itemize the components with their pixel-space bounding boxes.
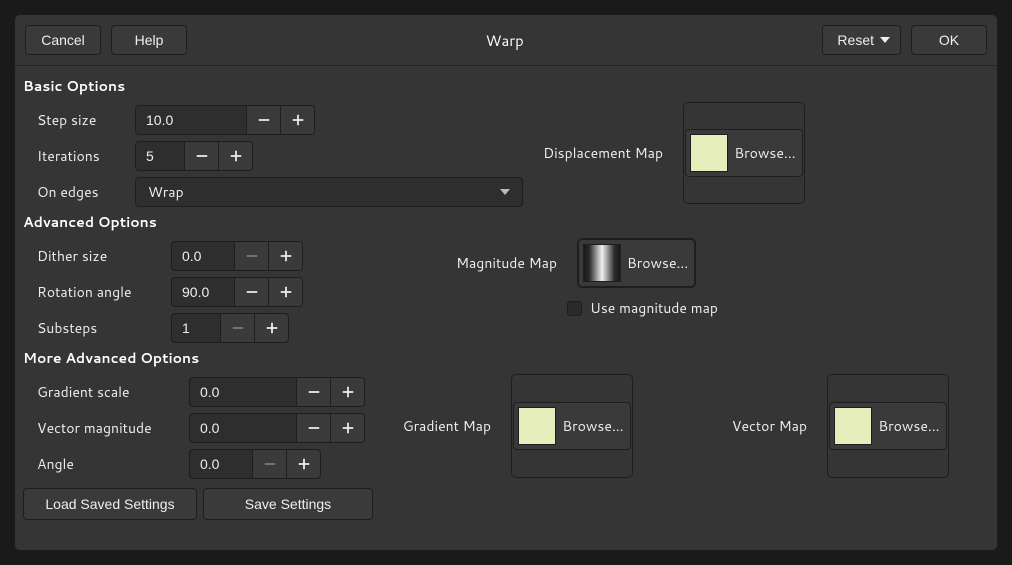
minus-icon bbox=[245, 249, 259, 263]
step-size-decrease[interactable] bbox=[247, 105, 281, 135]
angle-increase[interactable] bbox=[287, 449, 321, 479]
rotation-angle-label: Rotation angle bbox=[23, 282, 171, 302]
dither-size-increase[interactable] bbox=[269, 241, 303, 271]
magnitude-browse-label: Browse... bbox=[627, 253, 688, 273]
step-size-input[interactable] bbox=[135, 105, 247, 135]
plus-icon bbox=[341, 421, 355, 435]
gradient-scale-label: Gradient scale bbox=[23, 382, 189, 402]
magnitude-thumb bbox=[583, 244, 621, 282]
cancel-button[interactable]: Cancel bbox=[25, 25, 101, 55]
vector-magnitude-stepper bbox=[189, 413, 365, 443]
on-edges-label: On edges bbox=[23, 182, 135, 202]
minus-icon bbox=[307, 385, 321, 399]
minus-icon bbox=[263, 457, 277, 471]
gradient-scale-decrease[interactable] bbox=[297, 377, 331, 407]
magnitude-map-label: Magnitude Map bbox=[323, 253, 567, 273]
displacement-map-label: Displacement Map bbox=[543, 143, 673, 163]
vector-thumb bbox=[834, 407, 872, 445]
gradient-scale-input[interactable] bbox=[189, 377, 297, 407]
iterations-stepper bbox=[135, 141, 253, 171]
plus-icon bbox=[297, 457, 311, 471]
chevron-down-icon bbox=[880, 37, 890, 43]
minus-icon bbox=[257, 113, 271, 127]
minus-icon bbox=[195, 149, 209, 163]
substeps-input[interactable] bbox=[171, 313, 221, 343]
gradient-scale-increase[interactable] bbox=[331, 377, 365, 407]
save-settings-button[interactable]: Save Settings bbox=[203, 488, 373, 520]
dialog-title: Warp bbox=[197, 30, 812, 51]
help-button[interactable]: Help bbox=[111, 25, 187, 55]
reset-button[interactable]: Reset bbox=[822, 25, 901, 55]
rotation-angle-input[interactable] bbox=[171, 277, 235, 307]
advanced-options-heading: Advanced Options bbox=[23, 212, 989, 232]
displacement-thumb bbox=[690, 134, 728, 172]
substeps-stepper bbox=[171, 313, 289, 343]
plus-icon bbox=[265, 321, 279, 335]
displacement-browse-button[interactable]: Browse... bbox=[685, 129, 802, 177]
minus-icon bbox=[231, 321, 245, 335]
vector-magnitude-decrease[interactable] bbox=[297, 413, 331, 443]
displacement-browse-label: Browse... bbox=[734, 143, 795, 163]
more-advanced-options-heading: More Advanced Options bbox=[23, 348, 989, 368]
substeps-decrease[interactable] bbox=[221, 313, 255, 343]
dropdown-icon bbox=[500, 189, 510, 195]
plus-icon bbox=[279, 249, 293, 263]
displacement-map-box: Browse... bbox=[683, 102, 805, 204]
use-magnitude-label: Use magnitude map bbox=[590, 298, 718, 318]
angle-stepper bbox=[189, 449, 321, 479]
magnitude-browse-button[interactable]: Browse... bbox=[578, 239, 695, 287]
angle-label: Angle bbox=[23, 454, 189, 474]
load-saved-settings-button[interactable]: Load Saved Settings bbox=[23, 488, 197, 520]
plus-icon bbox=[229, 149, 243, 163]
iterations-input[interactable] bbox=[135, 141, 185, 171]
step-size-label: Step size bbox=[23, 110, 135, 130]
magnitude-map-box: Browse... bbox=[577, 238, 696, 288]
angle-decrease[interactable] bbox=[253, 449, 287, 479]
step-size-stepper bbox=[135, 105, 315, 135]
ok-button[interactable]: OK bbox=[911, 25, 987, 55]
substeps-label: Substeps bbox=[23, 318, 171, 338]
plus-icon bbox=[279, 285, 293, 299]
gradient-scale-stepper bbox=[189, 377, 365, 407]
iterations-label: Iterations bbox=[23, 146, 135, 166]
dither-size-input[interactable] bbox=[171, 241, 235, 271]
basic-options-heading: Basic Options bbox=[23, 76, 989, 96]
use-magnitude-checkbox[interactable] bbox=[567, 301, 582, 316]
on-edges-value: Wrap bbox=[148, 182, 184, 202]
dither-size-label: Dither size bbox=[23, 246, 171, 266]
vector-browse-button[interactable]: Browse... bbox=[829, 402, 946, 450]
dialog-panel: Cancel Help Warp Reset OK Basic Options … bbox=[14, 14, 998, 551]
vector-map-box: Browse... bbox=[827, 374, 949, 478]
step-size-increase[interactable] bbox=[281, 105, 315, 135]
gradient-browse-label: Browse... bbox=[562, 416, 623, 436]
content-area: Basic Options Step size Iterations bbox=[15, 65, 997, 550]
vector-magnitude-input[interactable] bbox=[189, 413, 297, 443]
rotation-angle-decrease[interactable] bbox=[235, 277, 269, 307]
minus-icon bbox=[245, 285, 259, 299]
plus-icon bbox=[291, 113, 305, 127]
gradient-map-label: Gradient Map bbox=[401, 416, 501, 436]
gradient-thumb bbox=[518, 407, 556, 445]
vector-map-label: Vector Map bbox=[667, 416, 817, 436]
dither-size-stepper bbox=[171, 241, 303, 271]
iterations-increase[interactable] bbox=[219, 141, 253, 171]
vector-magnitude-label: Vector magnitude bbox=[23, 418, 189, 438]
rotation-angle-increase[interactable] bbox=[269, 277, 303, 307]
plus-icon bbox=[341, 385, 355, 399]
reset-label: Reset bbox=[837, 32, 874, 49]
vector-browse-label: Browse... bbox=[878, 416, 939, 436]
dither-size-decrease[interactable] bbox=[235, 241, 269, 271]
vector-magnitude-increase[interactable] bbox=[331, 413, 365, 443]
gradient-browse-button[interactable]: Browse... bbox=[513, 402, 630, 450]
rotation-angle-stepper bbox=[171, 277, 303, 307]
substeps-increase[interactable] bbox=[255, 313, 289, 343]
minus-icon bbox=[307, 421, 321, 435]
iterations-decrease[interactable] bbox=[185, 141, 219, 171]
gradient-map-box: Browse... bbox=[511, 374, 633, 478]
angle-input[interactable] bbox=[189, 449, 253, 479]
on-edges-select[interactable]: Wrap bbox=[135, 177, 523, 207]
titlebar: Cancel Help Warp Reset OK bbox=[15, 15, 997, 65]
